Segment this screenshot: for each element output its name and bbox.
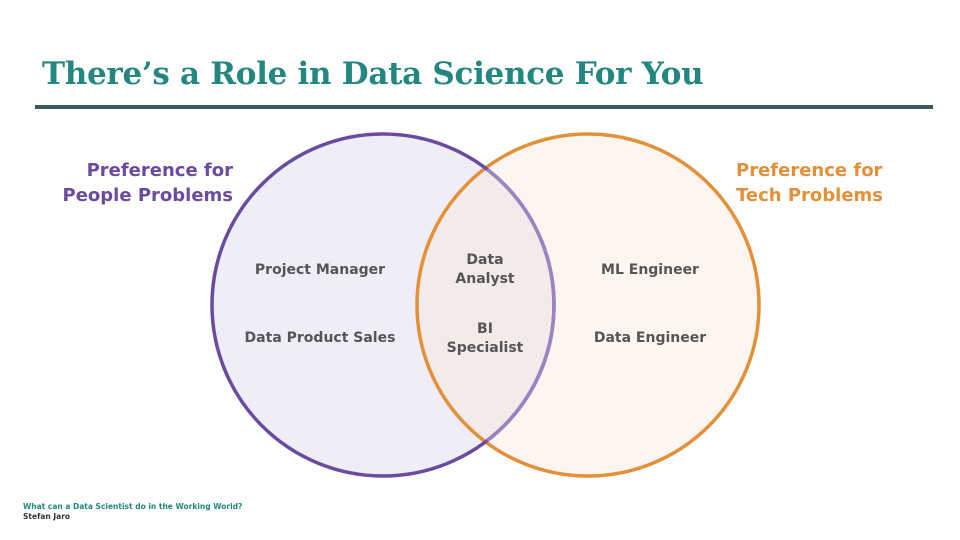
footer-author: Stefan Jaro xyxy=(23,512,71,521)
role-bi-specialist: BI Specialist xyxy=(447,320,524,358)
role-bi-specialist-line2: Specialist xyxy=(446,340,524,356)
role-bi-specialist-line1: BI xyxy=(477,321,493,337)
people-preference-label: Preference for People Problems xyxy=(63,158,233,208)
role-data-product-sales: Data Product Sales xyxy=(244,330,396,346)
role-ml-engineer: ML Engineer xyxy=(601,262,699,278)
slide-footer: What can a Data Scientist do in the Work… xyxy=(23,502,242,522)
role-data-analyst-line2: Analyst xyxy=(455,271,515,287)
role-project-manager: Project Manager xyxy=(254,262,386,278)
people-label-line2: People Problems xyxy=(62,185,233,206)
role-data-analyst-line1: Data xyxy=(466,252,504,268)
tech-preference-label: Preference for Tech Problems xyxy=(736,158,883,208)
role-data-analyst: Data Analyst xyxy=(455,251,514,289)
tech-label-line1: Preference for xyxy=(736,160,883,181)
footer-subtitle: What can a Data Scientist do in the Work… xyxy=(23,502,243,511)
role-data-engineer: Data Engineer xyxy=(593,330,707,346)
people-label-line1: Preference for xyxy=(86,160,233,181)
tech-label-line2: Tech Problems xyxy=(736,185,884,206)
